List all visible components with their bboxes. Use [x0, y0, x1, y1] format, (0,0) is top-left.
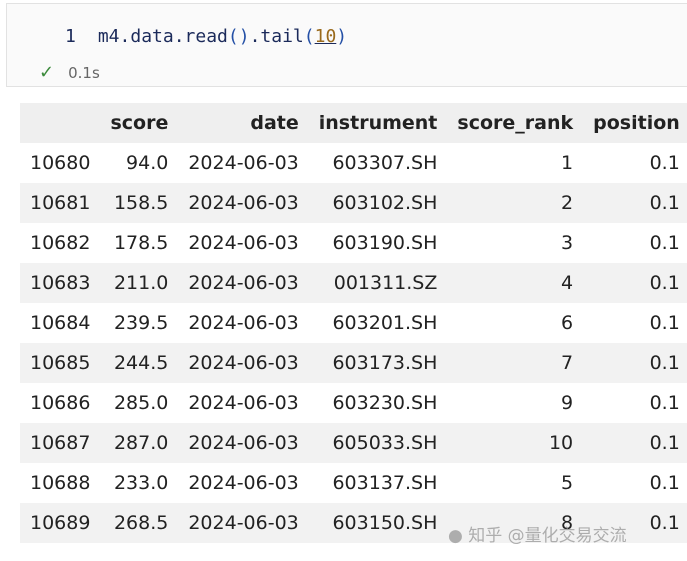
table-cell: 2024-06-03 [178, 343, 309, 383]
table-cell: 3 [561, 232, 574, 254]
table-cell: 0.1 [583, 423, 687, 463]
table-cell: 0.1 [583, 263, 687, 303]
table-cell: 10 [447, 423, 584, 463]
table-cell: 285.0 [113, 392, 169, 414]
table-cell: 2024-06-03 [188, 472, 299, 494]
table-row: 10680 94.0 2024-06-03 603307.SH 1 0.1 [20, 143, 687, 183]
table-cell: 2024-06-03 [188, 232, 299, 254]
watermark: ● 知乎 @量化交易交流 [448, 526, 627, 546]
dataframe-output: score date instrument score_rank position 10… [20, 103, 687, 543]
table-cell: 287.0 [100, 423, 179, 463]
table-cell: 178.5 [113, 232, 169, 254]
table-row: 10683 211.0 2024-06-03 001311.SZ 4 0.1 [20, 263, 687, 303]
table-cell: 2024-06-03 [178, 183, 309, 223]
table-cell: 2024-06-03 [188, 392, 299, 414]
table-cell: 244.5 [100, 343, 179, 383]
table-cell: 0.1 [649, 312, 680, 334]
code-cell[interactable]: 1 m4.data.read().tail(10) ✓ 0.1s [6, 3, 687, 87]
code-arg: 10 [314, 26, 337, 47]
column-header: score [100, 103, 179, 143]
column-header [20, 103, 101, 143]
table-cell: 0.1 [583, 183, 687, 223]
row-index: 10689 [20, 503, 101, 543]
exec-time: 0.1s [68, 64, 100, 82]
table-row: 10687 287.0 2024-06-03 605033.SH 10 0.1 [20, 423, 687, 463]
table-cell: 0.1 [649, 232, 680, 254]
row-index: 10686 [30, 392, 91, 414]
table-cell: 4 [447, 263, 584, 303]
table-cell: 2024-06-03 [188, 312, 299, 334]
table-cell: 001311.SZ [308, 263, 448, 303]
table-cell: 603307.SH [332, 152, 438, 174]
table-cell: 2 [447, 183, 584, 223]
row-index: 10687 [20, 423, 101, 463]
paren: ) [238, 26, 250, 47]
row-index: 10680 [30, 152, 91, 174]
table-row: 10681 158.5 2024-06-03 603102.SH 2 0.1 [20, 183, 687, 223]
check-icon: ✓ [39, 62, 55, 83]
table-cell: 6 [561, 312, 574, 334]
table-cell: 158.5 [100, 183, 179, 223]
row-index: 10681 [20, 183, 101, 223]
table-cell: 0.1 [649, 392, 680, 414]
table-cell: 9 [561, 392, 574, 414]
table-cell: 603102.SH [308, 183, 448, 223]
table-cell: 1 [561, 152, 574, 174]
table-cell: 211.0 [100, 263, 179, 303]
table-cell: 0.1 [649, 472, 680, 494]
table-cell: 0.1 [649, 152, 680, 174]
table-cell: 7 [447, 343, 584, 383]
table-row: 10682 178.5 2024-06-03 603190.SH 3 0.1 [20, 223, 687, 263]
row-index: 10682 [30, 232, 91, 254]
table-cell: 239.5 [113, 312, 169, 334]
row-index: 10688 [30, 472, 91, 494]
row-index: 10683 [20, 263, 101, 303]
table-cell: 94.0 [126, 152, 169, 174]
table-cell: 0.1 [583, 343, 687, 383]
table-cell: 2024-06-03 [178, 423, 309, 463]
table-cell: 2024-06-03 [178, 503, 309, 543]
table-cell: 268.5 [100, 503, 179, 543]
table-cell: 233.0 [113, 472, 169, 494]
table-cell: 605033.SH [308, 423, 448, 463]
table-cell: 603201.SH [332, 312, 438, 334]
table-cell: 603230.SH [332, 392, 438, 414]
table-row: 10685 244.5 2024-06-03 603173.SH 7 0.1 [20, 343, 687, 383]
table-cell: 2024-06-03 [178, 263, 309, 303]
code-method: .tail [249, 26, 304, 47]
table-cell: 603190.SH [332, 232, 438, 254]
wechat-icon: ● [448, 526, 463, 546]
table-row: 10686 285.0 2024-06-03 603230.SH 9 0.1 [20, 383, 687, 423]
table-row: 10688 233.0 2024-06-03 603137.SH 5 0.1 [20, 463, 687, 503]
code-call: m4.data.read [97, 26, 228, 47]
table-cell: 603137.SH [332, 472, 438, 494]
column-header: position [583, 103, 687, 143]
table-row: 10684 239.5 2024-06-03 603201.SH 6 0.1 [20, 303, 687, 343]
row-index: 10684 [30, 312, 91, 334]
table-cell: 2024-06-03 [188, 152, 299, 174]
line-number: 1 [65, 26, 76, 47]
table-cell: 603173.SH [308, 343, 448, 383]
paren: ( [227, 26, 239, 47]
code-line[interactable]: 1 m4.data.read().tail(10) [65, 26, 347, 47]
row-index: 10685 [20, 343, 101, 383]
exec-status: ✓ 0.1s [39, 62, 100, 83]
column-header: score_rank [447, 103, 584, 143]
column-header: instrument [308, 103, 448, 143]
column-header: date [178, 103, 309, 143]
table-cell: 5 [561, 472, 574, 494]
table-cell: 603150.SH [308, 503, 448, 543]
